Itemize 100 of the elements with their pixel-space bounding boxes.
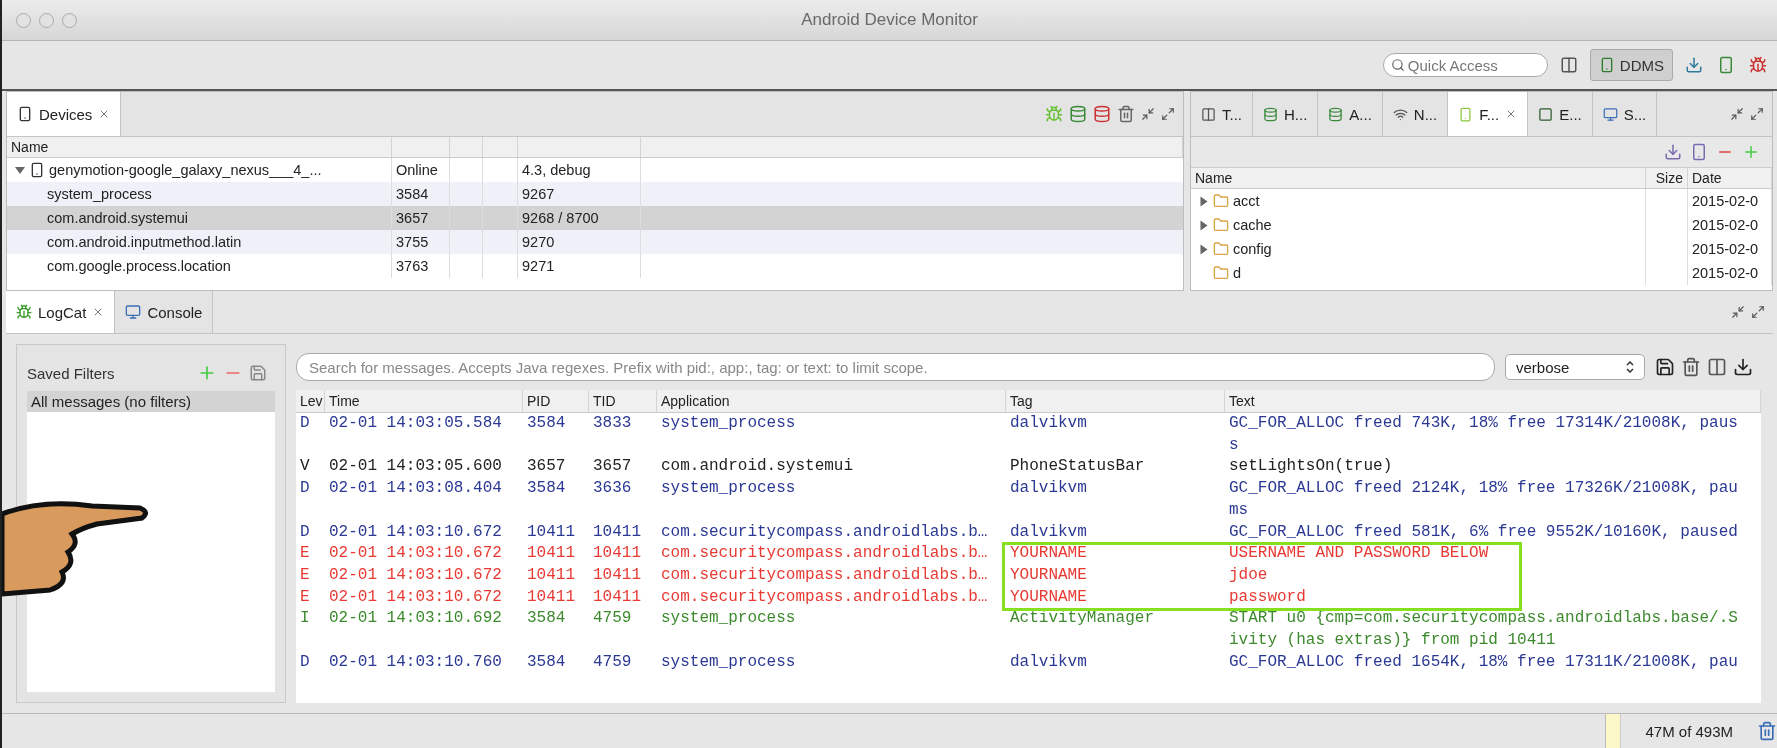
minimize-icon[interactable] bbox=[1730, 107, 1744, 121]
log-message: GC_FOR_ALLOC freed 2124K, 18% free 17326K/21008K, pau ms bbox=[1228, 478, 1739, 521]
log-message: GC_FOR_ALLOC freed 743K, 18% free 17314K/21008K, paus s bbox=[1228, 413, 1739, 456]
log-row[interactable]: I 02-01 14:03:10.692 3584 4759 system_process ActivityManager START u0 {cmp=com.securitycompass.androidlabs.base/.S ivity (has extras)} from pid 10411 bbox=[296, 608, 1761, 652]
log-tid: 10411 bbox=[592, 543, 642, 565]
folder-icon bbox=[1213, 193, 1229, 209]
log-row[interactable]: V 02-01 14:03:05.600 3657 3657 com.android.systemui PhoneStatusBar setLightsOn(true) bbox=[296, 456, 1761, 479]
column-header: PID bbox=[527, 393, 551, 409]
process-row[interactable]: system_process 3584 9267 bbox=[7, 182, 1183, 206]
log-row[interactable]: D 02-01 14:03:10.672 10411 10411 com.securitycompass.androidlabs.b… dalvikvm GC_FOR_ALLOC freed 581K, 6% free 9552K/10160K, paused bbox=[296, 521, 1761, 544]
up-down-arrows-icon bbox=[1626, 361, 1634, 373]
log-row[interactable]: E 02-01 14:03:10.672 10411 10411 com.securitycompass.androidlabs.b… YOURNAME password bbox=[296, 586, 1761, 609]
filter-item[interactable]: All messages (no filters) bbox=[27, 391, 275, 412]
debug-port: 9267 bbox=[522, 186, 555, 202]
folder-icon bbox=[1213, 217, 1229, 233]
maximize-icon[interactable] bbox=[1750, 107, 1764, 121]
devices-tab[interactable]: Devices bbox=[7, 92, 122, 136]
expand-arrow-icon[interactable] bbox=[15, 166, 25, 174]
trash-icon[interactable] bbox=[1117, 105, 1135, 123]
device-name: genymotion-google_galaxy_nexus___4_... bbox=[49, 162, 322, 178]
window-title: Android Device Monitor bbox=[801, 10, 978, 30]
file-name: config bbox=[1233, 241, 1272, 257]
log-pid: 10411 bbox=[526, 543, 576, 565]
column-header: Lev bbox=[300, 393, 323, 409]
log-application: system_process bbox=[660, 651, 797, 673]
save-icon[interactable] bbox=[1655, 357, 1675, 377]
file-name: cache bbox=[1233, 217, 1272, 233]
search-icon bbox=[1390, 58, 1405, 72]
log-level: E bbox=[299, 543, 311, 565]
quick-access-field[interactable]: Quick Access bbox=[1382, 53, 1548, 77]
log-message: setLightsOn(true) bbox=[1228, 456, 1394, 478]
log-tag: YOURNAME bbox=[1006, 543, 1225, 565]
log-application: system_process bbox=[660, 413, 797, 434]
column-header: Application bbox=[661, 393, 730, 409]
process-name: com.android.systemui bbox=[47, 210, 189, 226]
pull-file-icon[interactable] bbox=[1664, 143, 1682, 161]
saved-filters-title: Saved Filters bbox=[27, 364, 115, 382]
maximize-icon[interactable] bbox=[1751, 305, 1765, 319]
expand-arrow-icon[interactable] bbox=[1200, 244, 1208, 254]
device-build: 4.3, debug bbox=[522, 162, 591, 178]
log-time: 02-01 14:03:05.584 bbox=[328, 413, 503, 434]
panel-toggle-icon[interactable] bbox=[1707, 357, 1727, 377]
log-level: I bbox=[299, 608, 311, 630]
log-pid: 3584 bbox=[526, 413, 567, 434]
log-row[interactable]: E 02-01 14:03:10.672 10411 10411 com.securitycompass.androidlabs.b… YOURNAME jdoe bbox=[296, 564, 1761, 587]
process-pid: 3657 bbox=[396, 210, 429, 226]
log-message: GC_FOR_ALLOC freed 581K, 6% free 9552K/10160K, paused bbox=[1228, 521, 1739, 543]
view-tab[interactable]: LogCat bbox=[6, 291, 116, 333]
log-time: 02-01 14:03:08.404 bbox=[328, 478, 503, 500]
log-row[interactable]: D 02-01 14:03:10.760 3584 4759 system_process dalvikvm GC_FOR_ALLOC freed 1654K, 18% free 17311K/21008K, pau bbox=[296, 651, 1761, 674]
column-header: Tag bbox=[1010, 393, 1033, 409]
memory-bar[interactable]: 47M of 493M bbox=[1605, 714, 1757, 748]
expand-arrow-icon[interactable] bbox=[1200, 220, 1208, 230]
log-message: START u0 {cmp=com.securitycompass.androidlabs.base/.S ivity (has extras)} from pid 10411 bbox=[1228, 608, 1739, 652]
file-name: d bbox=[1233, 265, 1242, 281]
log-pid: 3584 bbox=[526, 651, 567, 673]
debug-port: 9271 bbox=[522, 258, 555, 274]
log-pid: 3584 bbox=[526, 608, 567, 630]
maximize-icon[interactable] bbox=[1161, 107, 1175, 121]
process-name: com.android.inputmethod.latin bbox=[47, 234, 242, 250]
log-row[interactable]: D 02-01 14:03:05.584 3584 3833 system_process dalvikvm GC_FOR_ALLOC freed 743K, 18% free 17314K/21008K, paus s bbox=[296, 413, 1761, 457]
expand-arrow-icon[interactable] bbox=[1200, 196, 1208, 206]
log-tid: 10411 bbox=[592, 564, 642, 586]
log-level: E bbox=[299, 564, 311, 586]
log-message: GC_FOR_ALLOC freed 1654K, 18% free 17311K/21008K, pau bbox=[1228, 651, 1739, 673]
file-date: 2015-02-0 bbox=[1692, 265, 1759, 281]
minimize-icon[interactable] bbox=[1141, 107, 1155, 121]
log-tid: 10411 bbox=[592, 586, 642, 608]
database-icon[interactable] bbox=[1069, 105, 1087, 123]
minimize-icon[interactable] bbox=[1731, 305, 1745, 319]
log-level: E bbox=[299, 586, 311, 608]
log-time: 02-01 14:03:10.692 bbox=[328, 608, 503, 630]
database-icon bbox=[1263, 106, 1278, 122]
log-row[interactable]: E 02-01 14:03:10.672 10411 10411 com.securitycompass.androidlabs.b… YOURNAME USERNAME AND PASSWORD BELOW bbox=[296, 543, 1761, 565]
log-tid: 3833 bbox=[592, 413, 633, 434]
column-header: Size bbox=[1655, 170, 1683, 186]
file-date: 2015-02-0 bbox=[1692, 217, 1759, 233]
log-tag: PhoneStatusBar bbox=[1006, 456, 1225, 479]
memory-gauge-fill bbox=[1606, 714, 1622, 748]
database-icon[interactable] bbox=[1093, 105, 1111, 123]
device-status: Online bbox=[396, 162, 438, 178]
window-icon bbox=[1602, 106, 1618, 122]
search-field[interactable]: Search for messages. Accepts Java regexes. Prefix with pid:, app:, tag: or text: to limit scope. bbox=[296, 353, 1495, 381]
process-row[interactable]: com.android.inputmethod.latin 3755 9270 bbox=[7, 230, 1183, 254]
file-date: 2015-02-0 bbox=[1692, 241, 1759, 257]
process-row[interactable]: com.android.systemui 3657 9268 / 8700 bbox=[7, 206, 1183, 230]
view-tab[interactable]: F... bbox=[1448, 92, 1529, 136]
log-tid: 4759 bbox=[592, 651, 633, 673]
log-tag: YOURNAME bbox=[1006, 564, 1225, 587]
log-level: D bbox=[299, 478, 311, 500]
debug-port: 9270 bbox=[522, 234, 555, 250]
column-header: Time bbox=[329, 393, 360, 409]
ddms-perspective-button[interactable]: DDMS bbox=[1589, 49, 1673, 81]
log-application: com.securitycompass.androidlabs.b… bbox=[660, 543, 989, 565]
log-tag: dalvikvm bbox=[1006, 651, 1225, 674]
column-header: Name bbox=[1195, 170, 1233, 186]
memory-usage: 47M of 493M bbox=[1644, 722, 1734, 740]
wifi-icon bbox=[1392, 106, 1408, 122]
log-level: D bbox=[299, 413, 311, 434]
log-level-select[interactable]: verbose bbox=[1505, 354, 1645, 380]
